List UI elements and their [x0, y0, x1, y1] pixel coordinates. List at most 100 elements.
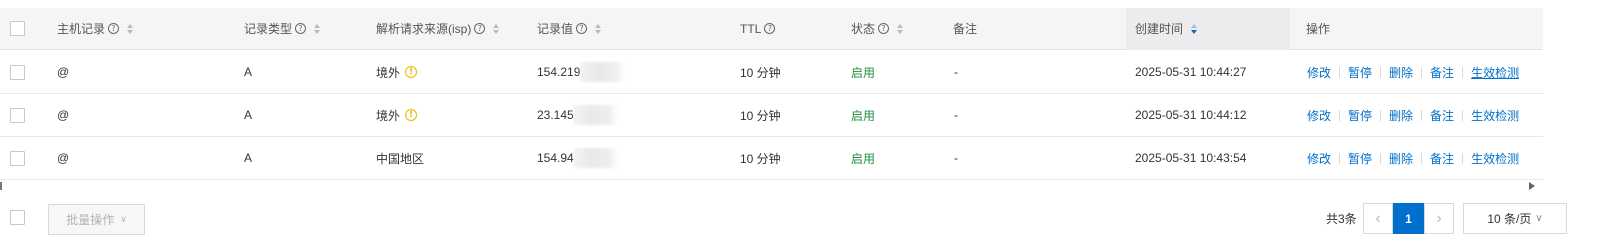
chevron-left-icon: ‹: [1375, 209, 1381, 227]
modify-link[interactable]: 修改: [1307, 107, 1331, 124]
cell-created: 2025-05-31 10:43:54: [1135, 151, 1247, 165]
warning-icon[interactable]: !: [405, 109, 418, 121]
help-icon[interactable]: ?: [108, 23, 120, 34]
row-checkbox[interactable]: [10, 64, 25, 80]
cell-created: 2025-05-31 10:44:12: [1135, 108, 1247, 122]
scroll-right-icon[interactable]: [1529, 182, 1535, 190]
remark-link[interactable]: 备注: [1430, 64, 1454, 81]
help-icon[interactable]: ?: [576, 23, 588, 34]
check-link[interactable]: 生效检测: [1471, 150, 1519, 167]
page-size-label: 10 条/页: [1487, 212, 1532, 226]
help-icon[interactable]: ?: [474, 23, 486, 34]
delete-link[interactable]: 删除: [1389, 107, 1413, 124]
action-divider: [1339, 109, 1341, 121]
pause-link[interactable]: 暂停: [1348, 150, 1372, 167]
sort-icon[interactable]: [595, 23, 602, 34]
delete-link[interactable]: 删除: [1389, 150, 1413, 167]
table-row: @ A 境外 ! 23.145 10 分钟 启用 - 2025-05-31 10…: [0, 94, 1543, 137]
pause-link[interactable]: 暂停: [1348, 64, 1372, 81]
delete-link[interactable]: 删除: [1389, 64, 1413, 81]
action-divider: [1339, 152, 1341, 164]
dns-records-table: 主机记录 ? 记录类型 ? 解析请求来源(isp) ? 记录值 ? TTL ? …: [0, 8, 1543, 180]
warning-icon[interactable]: !: [405, 66, 418, 78]
horizontal-scrollbar[interactable]: [0, 180, 1543, 192]
modify-link[interactable]: 修改: [1307, 64, 1331, 81]
remark-link[interactable]: 备注: [1430, 107, 1454, 124]
modify-link[interactable]: 修改: [1307, 150, 1331, 167]
header-value[interactable]: 记录值 ?: [537, 8, 602, 49]
header-remark: 备注: [953, 8, 977, 49]
cell-isp: 境外 !: [376, 51, 418, 93]
cell-value: 154.94: [537, 137, 618, 179]
check-link[interactable]: 生效检测: [1471, 64, 1519, 81]
action-divider: [1421, 66, 1423, 78]
header-created-label: 创建时间: [1135, 22, 1184, 36]
header-type[interactable]: 记录类型 ?: [244, 8, 321, 49]
status-badge: 启用: [851, 108, 876, 123]
cell-created: 2025-05-31 10:44:27: [1135, 65, 1247, 79]
chevron-down-icon: ∨: [1535, 213, 1543, 224]
header-ttl-label: TTL: [740, 21, 762, 36]
select-all-footer-checkbox[interactable]: [10, 210, 25, 225]
total-count: 共3条: [1326, 212, 1357, 226]
action-divider: [1462, 109, 1464, 121]
sort-desc-icon[interactable]: [1191, 23, 1198, 34]
cell-host: @: [57, 151, 70, 165]
cell-type: A: [244, 108, 253, 122]
row-checkbox[interactable]: [10, 107, 25, 123]
sort-icon[interactable]: [493, 23, 500, 34]
action-divider: [1421, 109, 1423, 121]
cell-value-text: 154.94: [537, 151, 574, 165]
page-size-select[interactable]: 10 条/页 ∨: [1463, 203, 1567, 234]
cell-type: A: [244, 65, 253, 79]
sort-icon[interactable]: [127, 23, 134, 34]
remark-link[interactable]: 备注: [1430, 150, 1454, 167]
batch-operation-label: 批量操作: [66, 213, 115, 227]
cell-remark: -: [954, 108, 958, 122]
action-divider: [1380, 66, 1382, 78]
scroll-left-icon[interactable]: [0, 182, 2, 190]
help-icon[interactable]: ?: [764, 23, 776, 34]
cell-ttl: 10 分钟: [740, 151, 781, 166]
cell-remark: -: [954, 65, 958, 79]
cell-ttl: 10 分钟: [740, 65, 781, 80]
cell-ttl: 10 分钟: [740, 108, 781, 123]
page-1-button[interactable]: 1: [1393, 203, 1424, 234]
status-badge: 启用: [851, 151, 876, 166]
help-icon[interactable]: ?: [295, 23, 307, 34]
header-status[interactable]: 状态 ?: [851, 8, 904, 49]
batch-operation-button[interactable]: 批量操作 ∨: [48, 204, 145, 235]
action-divider: [1421, 152, 1423, 164]
cell-isp: 中国地区: [376, 137, 424, 179]
cell-host: @: [57, 65, 70, 79]
redaction-blur: [580, 62, 625, 82]
header-ttl: TTL ?: [740, 8, 776, 49]
header-isp[interactable]: 解析请求来源(isp) ?: [376, 8, 500, 49]
chevron-down-icon: ∨: [120, 214, 127, 224]
table-row: @ A 中国地区 154.94 10 分钟 启用 - 2025-05-31 10…: [0, 137, 1543, 180]
cell-host: @: [57, 108, 70, 122]
select-all-cell: [10, 8, 25, 49]
redaction-blur: [573, 148, 618, 168]
row-checkbox[interactable]: [10, 150, 25, 166]
action-divider: [1462, 152, 1464, 164]
pause-link[interactable]: 暂停: [1348, 107, 1372, 124]
cell-value: 23.145: [537, 94, 618, 136]
help-icon[interactable]: ?: [878, 23, 890, 34]
header-host-label: 主机记录: [57, 22, 106, 36]
action-divider: [1380, 109, 1382, 121]
status-badge: 启用: [851, 65, 876, 80]
cell-remark: -: [954, 151, 958, 165]
cell-type: A: [244, 151, 253, 165]
next-page-button[interactable]: ›: [1424, 203, 1454, 234]
header-created[interactable]: 创建时间: [1135, 8, 1198, 49]
header-host[interactable]: 主机记录 ?: [57, 8, 134, 49]
select-all-checkbox[interactable]: [10, 21, 25, 36]
sort-icon[interactable]: [897, 23, 904, 34]
sort-icon[interactable]: [314, 23, 321, 34]
table-header: 主机记录 ? 记录类型 ? 解析请求来源(isp) ? 记录值 ? TTL ? …: [0, 8, 1543, 50]
action-divider: [1380, 152, 1382, 164]
check-link[interactable]: 生效检测: [1471, 107, 1519, 124]
table-footer: 批量操作 ∨ 共3条 ‹ 1 › 10 条/页 ∨: [0, 200, 1607, 240]
prev-page-button[interactable]: ‹: [1363, 203, 1393, 234]
